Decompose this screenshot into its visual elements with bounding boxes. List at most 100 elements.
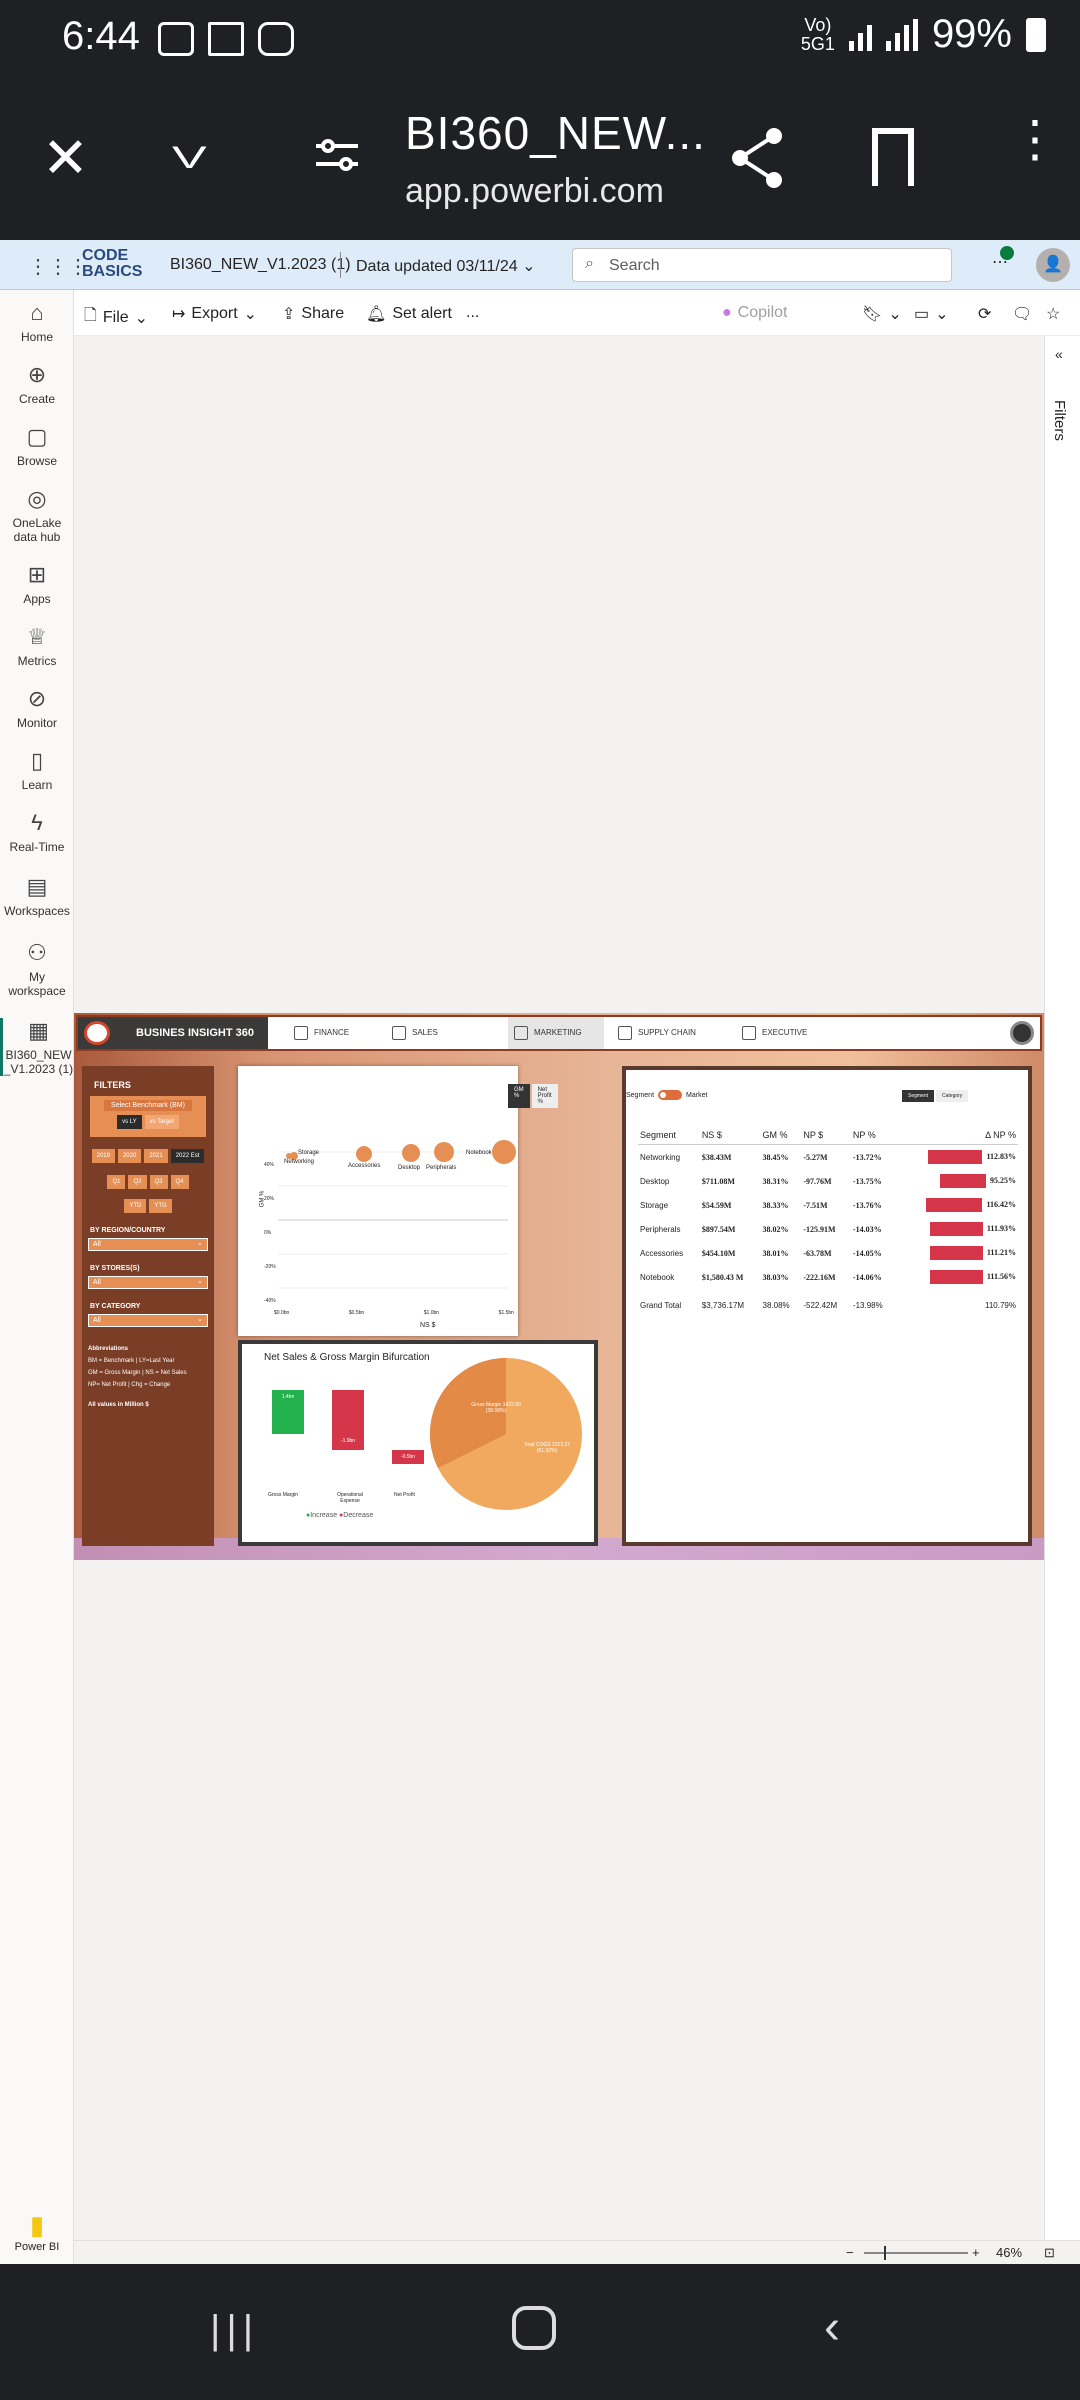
- vs-ly-button[interactable]: vs LY: [117, 1115, 142, 1129]
- tab-icon: [742, 1026, 756, 1040]
- report-brand: BUSINES INSIGHT 360: [78, 1017, 268, 1049]
- system-nav-bar: ||| ‹: [0, 2264, 1080, 2400]
- app-launcher-icon[interactable]: ⋮⋮⋮: [28, 254, 88, 279]
- table-row[interactable]: Desktop $711.08M 38.31% -97.76M -13.75% 95.25…: [638, 1169, 1018, 1193]
- nav-item-real-time[interactable]: ϟ Real-Time: [0, 810, 74, 854]
- period-ytg[interactable]: YTG: [149, 1199, 172, 1213]
- nav-item-workspaces[interactable]: ▤ Workspaces: [0, 874, 74, 918]
- bookmark-icon[interactable]: [872, 128, 914, 186]
- quarter-q4[interactable]: Q4: [170, 1175, 189, 1189]
- region-dropdown[interactable]: All: [88, 1238, 208, 1251]
- quarter-q3[interactable]: Q3: [149, 1175, 168, 1189]
- category-button[interactable]: Category: [936, 1090, 969, 1102]
- set-alert-button[interactable]: 🔔︎ Set alert: [366, 304, 452, 324]
- segment-market-toggle[interactable]: [658, 1090, 683, 1100]
- cogs-pie-chart[interactable]: [426, 1354, 586, 1514]
- table-row[interactable]: Accessories $454.10M 38.01% -63.78M -14.05% 1…: [638, 1241, 1018, 1265]
- vs-target-button[interactable]: vs Target: [144, 1115, 179, 1129]
- nav-item-metrics[interactable]: ♕ Metrics: [0, 624, 74, 668]
- app-icon: [258, 22, 294, 56]
- nav-item-my-workspace[interactable]: ⚇ My workspace: [0, 940, 74, 998]
- np-toggle[interactable]: Net Profit %: [531, 1084, 558, 1108]
- comment-icon[interactable]: 🗨︎: [1012, 304, 1032, 324]
- zoom-in-button[interactable]: +: [972, 2245, 980, 2260]
- scatter-label: Accessories: [348, 1163, 381, 1169]
- view-menu[interactable]: ▭ ⌄: [914, 304, 949, 324]
- zoom-slider[interactable]: [864, 2246, 968, 2260]
- scatter-point[interactable]: [434, 1142, 454, 1162]
- favorite-icon[interactable]: ☆: [1046, 304, 1060, 324]
- nav-item-create[interactable]: ⊕ Create: [0, 362, 74, 406]
- wf-bar-net-profit[interactable]: -0.5bn: [392, 1450, 424, 1464]
- nav-item-bi360-new-v1-2023-1-[interactable]: ▦ BI360_NEW _V1.2023 (1): [0, 1018, 74, 1076]
- filters-pane[interactable]: « Filters: [1044, 336, 1080, 2264]
- tab-finance[interactable]: FINANCE: [288, 1017, 384, 1049]
- signal-icon: [848, 19, 872, 51]
- bookmark-icon: 🔖︎: [862, 306, 883, 323]
- recents-icon[interactable]: |||: [210, 2308, 259, 2353]
- export-menu[interactable]: ↦ Export ⌄: [172, 304, 257, 324]
- wf-bar-operational-expense[interactable]: -1.9bn: [332, 1390, 364, 1450]
- nav-item-browse[interactable]: ▢ Browse: [0, 424, 74, 468]
- nav-item-learn[interactable]: ▯ Learn: [0, 748, 74, 792]
- nav-item-home[interactable]: ⌂ Home: [0, 300, 74, 344]
- quarter-q1[interactable]: Q1: [107, 1175, 126, 1189]
- close-icon[interactable]: ✕: [42, 128, 89, 188]
- share-icon[interactable]: [730, 126, 786, 190]
- segment-button[interactable]: Segment: [902, 1090, 935, 1102]
- scatter-point[interactable]: [356, 1146, 372, 1162]
- period-ytd[interactable]: YTD: [124, 1199, 147, 1213]
- back-icon[interactable]: ‹: [824, 2300, 840, 2355]
- file-menu[interactable]: 🗋 File ⌄: [84, 304, 148, 331]
- scatter-point[interactable]: [402, 1144, 420, 1162]
- share-button[interactable]: ⇪ Share: [282, 304, 344, 324]
- search-input[interactable]: ⌕ Search: [572, 248, 952, 282]
- year-2020[interactable]: 2020: [117, 1149, 142, 1163]
- store-dropdown[interactable]: All: [88, 1276, 208, 1289]
- battery-icon: [1026, 17, 1046, 52]
- nav-item-apps[interactable]: ⊞ Apps: [0, 562, 74, 606]
- delta-np-bar: [929, 1246, 983, 1260]
- tab-supply-chain[interactable]: SUPPLY CHAIN: [612, 1017, 722, 1049]
- network-indicator: Vo) 5G1: [800, 14, 835, 54]
- page-settings-icon[interactable]: [314, 132, 360, 178]
- scatter-point[interactable]: [492, 1140, 516, 1164]
- file-icon: 🗋: [84, 307, 97, 324]
- tab-sales[interactable]: SALES: [386, 1017, 482, 1049]
- table-row[interactable]: Peripherals $897.54M 38.02% -125.91M -14.03%…: [638, 1217, 1018, 1241]
- year-2019[interactable]: 2019: [91, 1149, 115, 1163]
- waterfall-legend: ●Increase ●Decrease: [306, 1512, 374, 1519]
- zoom-out-button[interactable]: −: [846, 2245, 854, 2260]
- chevron-down-icon[interactable]: V: [172, 140, 207, 176]
- benchmark-selector: Select Benchmark (BM) vs LY vs Target: [90, 1096, 206, 1137]
- home-button-icon[interactable]: [512, 2306, 556, 2350]
- gm-scatter-chart[interactable]: GM % Net Profit % GM % NS $ 40% 20% 0% -20%…: [238, 1066, 558, 1336]
- refresh-icon[interactable]: ⟳: [978, 304, 991, 324]
- expand-icon[interactable]: «: [1055, 346, 1063, 362]
- copilot-button[interactable]: ● Copilot: [722, 304, 787, 322]
- report-toolbar: 🗋 File ⌄ ↦ Export ⌄ ⇪ Share 🔔︎ Set alert ...…: [74, 290, 1080, 336]
- tab-icon: [514, 1026, 528, 1040]
- table-row[interactable]: Notebook $1,580.43 M 38.03% -222.16M -14.06%…: [638, 1265, 1018, 1289]
- avatar[interactable]: 👤: [1036, 248, 1070, 282]
- page-url[interactable]: app.powerbi.com: [405, 172, 664, 211]
- table-row[interactable]: Storage $54.59M 38.33% -7.51M -13.76% 116.42%: [638, 1193, 1018, 1217]
- quarter-q2[interactable]: Q2: [128, 1175, 147, 1189]
- more-button[interactable]: ...: [466, 304, 479, 322]
- bookmark-menu[interactable]: 🔖︎ ⌄: [862, 304, 902, 324]
- category-dropdown[interactable]: All: [88, 1314, 208, 1327]
- data-updated-dropdown[interactable]: Data updated 03/11/24 ⌄: [356, 256, 535, 276]
- nav-item-onelake-data-hub[interactable]: ◎ OneLake data hub: [0, 486, 74, 544]
- year-2022-est[interactable]: 2022 Est: [170, 1149, 205, 1163]
- more-options-icon[interactable]: ⋮: [1010, 114, 1060, 164]
- tab-marketing[interactable]: MARKETING: [508, 1017, 604, 1049]
- delta-np-bar: [929, 1222, 983, 1236]
- fit-page-icon[interactable]: ⊡: [1044, 2245, 1055, 2261]
- year-2021[interactable]: 2021: [144, 1149, 168, 1163]
- settings-icon[interactable]: [1010, 1021, 1034, 1045]
- notifications-icon[interactable]: ⋯: [992, 246, 1014, 272]
- wf-bar-gross-margin[interactable]: 1.4bn: [272, 1390, 304, 1434]
- nav-item-monitor[interactable]: ⊘ Monitor: [0, 686, 74, 730]
- table-row[interactable]: Networking $38.43M 38.45% -5.27M -13.72% 112.…: [638, 1145, 1018, 1170]
- tab-executive[interactable]: EXECUTIVE: [736, 1017, 832, 1049]
